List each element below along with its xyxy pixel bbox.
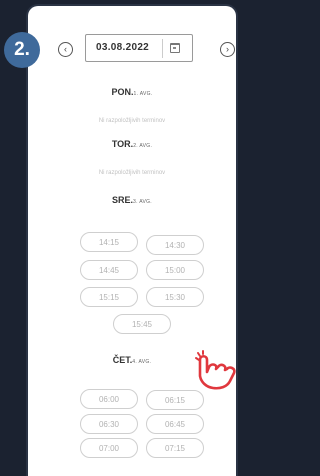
date-field-divider	[162, 39, 163, 58]
time-slot[interactable]: 06:00	[80, 389, 138, 409]
step-number-badge: 2.	[4, 32, 40, 68]
time-slot[interactable]: 15:45	[113, 314, 171, 334]
day-name: SRE.	[112, 195, 134, 205]
day-heading-mon: PON.1. AVG.	[28, 87, 236, 97]
day-heading-wed: SRE.3. AVG.	[28, 195, 236, 205]
date-input[interactable]: 03.08.2022	[85, 34, 193, 62]
time-slot[interactable]: 14:30	[146, 235, 204, 255]
hand-pointer-icon	[195, 350, 236, 390]
chevron-left-icon[interactable]: ‹	[58, 42, 73, 57]
date-picker-row: ‹ 03.08.2022 ›	[28, 34, 236, 64]
day-date: 3. AVG.	[133, 199, 152, 205]
chevron-right-icon[interactable]: ›	[220, 42, 235, 57]
time-slot[interactable]: 07:00	[80, 438, 138, 458]
time-slot[interactable]: 15:30	[146, 287, 204, 307]
day-heading-tue: TOR.2. AVG.	[28, 139, 236, 149]
time-slot[interactable]: 14:45	[80, 260, 138, 280]
calendar-icon[interactable]	[170, 43, 180, 53]
time-slot[interactable]: 06:45	[146, 414, 204, 434]
no-slots-message: Ni razpoložljivih terminov	[98, 170, 166, 176]
day-name: TOR.	[111, 139, 134, 149]
day-name: PON.	[111, 87, 134, 97]
time-slot[interactable]: 06:15	[146, 390, 204, 410]
time-slot[interactable]: 15:15	[80, 287, 138, 307]
time-slot[interactable]: 14:15	[80, 232, 138, 252]
time-slot[interactable]: 07:15	[146, 438, 204, 458]
day-date: 4. AVG.	[132, 359, 152, 365]
time-slot[interactable]: 06:30	[80, 414, 138, 434]
day-name: ČET.	[112, 355, 133, 365]
date-value: 03.08.2022	[96, 42, 150, 53]
booking-panel: ‹ 03.08.2022 › PON.1. AVG. Ni razpoložlj…	[28, 6, 236, 476]
no-slots-message: Ni razpoložljivih terminov	[98, 118, 166, 124]
time-slot[interactable]: 15:00	[146, 260, 204, 280]
day-date: 2. AVG.	[133, 143, 153, 149]
day-date: 1. AVG.	[133, 91, 153, 97]
